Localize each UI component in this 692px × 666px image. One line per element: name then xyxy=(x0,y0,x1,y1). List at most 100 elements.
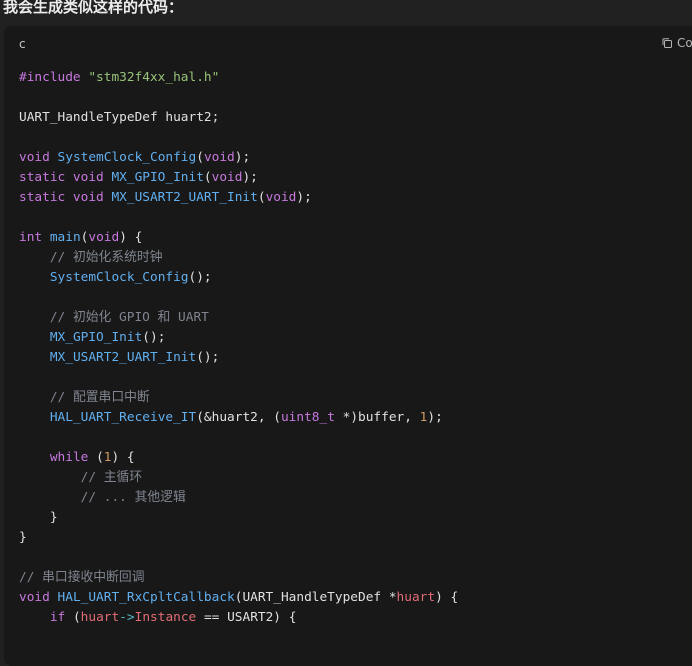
code-block: c Co #include "stm32f4xx_hal.h" UART_Han… xyxy=(4,26,692,666)
code-line: UART_HandleTypeDef huart2; xyxy=(19,108,458,128)
code-token: (); xyxy=(196,350,220,365)
code-line: if (huart->Instance == USART2) { xyxy=(19,608,458,628)
code-token: } xyxy=(19,530,27,545)
code-token: UART_HandleTypeDef huart2; xyxy=(19,110,220,125)
code-line: void SystemClock_Config(void); xyxy=(19,148,458,168)
code-token: ) { xyxy=(435,590,459,605)
code-token: main xyxy=(49,230,81,245)
code-line: #include "stm32f4xx_hal.h" xyxy=(19,68,458,88)
code-token: HAL_UART_Receive_IT xyxy=(49,410,197,425)
code-token: "stm32f4xx_hal.h" xyxy=(88,70,220,85)
code-token: ); xyxy=(242,170,258,185)
code-token: MX_GPIO_Init xyxy=(111,170,204,185)
code-token: void xyxy=(88,230,120,245)
code-line: HAL_UART_Receive_IT(&huart2, (uint8_t *)… xyxy=(19,408,458,428)
code-token: void xyxy=(19,150,58,165)
code-token: ); xyxy=(296,190,312,205)
code-token: void xyxy=(211,170,243,185)
code-line: void HAL_UART_RxCpltCallback(UART_Handle… xyxy=(19,588,458,608)
message-heading: 我会生成类似这样的代码： xyxy=(3,0,184,16)
code-token: // 串口接收中断回调 xyxy=(19,570,145,585)
code-token: SystemClock_Config xyxy=(57,150,197,165)
code-token: // 初始化 GPIO 和 UART xyxy=(49,310,209,325)
code-token: ( xyxy=(65,610,81,625)
code-token: ) { xyxy=(111,450,135,465)
code-token: MX_USART2_UART_Init xyxy=(111,190,258,205)
code-token: // 配置串口中断 xyxy=(49,390,150,405)
code-token: MX_USART2_UART_Init xyxy=(49,350,197,365)
copy-code-button[interactable]: Co xyxy=(661,36,692,50)
code-token: ); xyxy=(234,150,251,165)
copy-code-label: Co xyxy=(677,36,692,50)
code-block-header: c Co xyxy=(4,26,692,62)
code-token: ) { xyxy=(119,230,143,245)
code-token: -> xyxy=(119,610,135,625)
code-token: static void xyxy=(19,170,112,185)
code-token: while xyxy=(49,450,89,465)
code-token: *)buffer, xyxy=(334,410,420,425)
code-token: ); xyxy=(427,410,443,425)
code-token: if xyxy=(49,610,66,625)
code-line: int main(void) { xyxy=(19,228,458,248)
code-line: // 串口接收中断回调 xyxy=(19,568,458,588)
code-line: MX_GPIO_Init(); xyxy=(19,328,458,348)
code-token: uint8_t xyxy=(280,410,335,425)
code-token: == USART2) { xyxy=(196,610,297,625)
code-token: ( xyxy=(257,190,266,205)
code-token: Instance xyxy=(134,610,197,625)
code-token: (UART_HandleTypeDef * xyxy=(234,590,397,605)
code-token: // 主循环 xyxy=(80,470,143,485)
code-token: static void xyxy=(19,190,112,205)
code-line: SystemClock_Config(); xyxy=(19,268,458,288)
code-token: (); xyxy=(188,270,212,285)
code-token: SystemClock_Config xyxy=(49,270,189,285)
copy-icon xyxy=(661,37,673,49)
code-line: // 配置串口中断 xyxy=(19,388,458,408)
code-token: ( xyxy=(88,450,104,465)
code-line: static void MX_USART2_UART_Init(void); xyxy=(19,188,458,208)
code-line: // 初始化 GPIO 和 UART xyxy=(19,308,458,328)
code-line: static void MX_GPIO_Init(void); xyxy=(19,168,458,188)
code-line: // ... 其他逻辑 xyxy=(19,488,458,508)
code-line: // 主循环 xyxy=(19,468,458,488)
code-token: #include xyxy=(19,70,89,85)
code-line: while (1) { xyxy=(19,448,458,468)
code-token: (&huart2, ( xyxy=(196,410,281,425)
code-token: // ... 其他逻辑 xyxy=(80,490,186,505)
code-token: HAL_UART_RxCpltCallback xyxy=(57,590,235,605)
code-line: } xyxy=(19,528,458,548)
code-token: void xyxy=(19,590,58,605)
code-content: #include "stm32f4xx_hal.h" UART_HandleTy… xyxy=(19,68,458,628)
code-line: MX_USART2_UART_Init(); xyxy=(19,348,458,368)
code-token: ( xyxy=(196,150,204,165)
code-token: ( xyxy=(203,170,212,185)
code-token: int xyxy=(19,230,50,245)
code-token: // 初始化系统时钟 xyxy=(49,250,163,265)
code-token: } xyxy=(19,510,58,525)
code-token: 1 xyxy=(103,450,112,465)
code-token: MX_GPIO_Init xyxy=(49,330,143,345)
code-line: // 初始化系统时钟 xyxy=(19,248,458,268)
code-line: } xyxy=(19,508,458,528)
code-token: (); xyxy=(142,330,166,345)
code-token: void xyxy=(203,150,235,165)
code-token: void xyxy=(265,190,297,205)
